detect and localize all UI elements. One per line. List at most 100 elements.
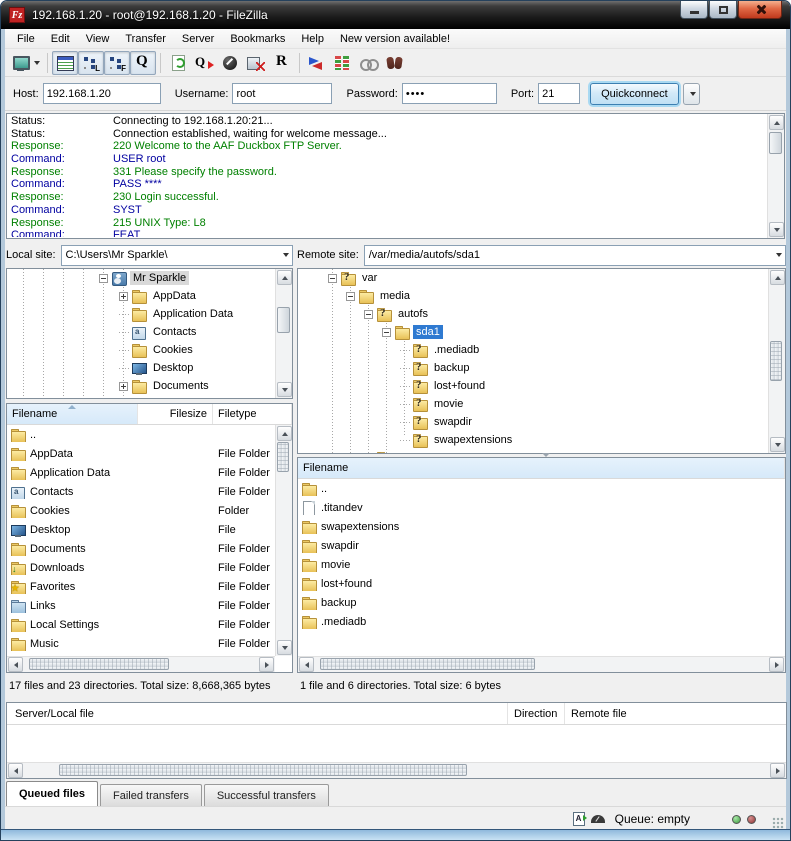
- tree-node-media[interactable]: media: [298, 287, 768, 305]
- remote-site-dropdown-button[interactable]: [769, 246, 785, 265]
- remote-list-horizontal-scrollbar[interactable]: [298, 656, 785, 672]
- toggle-queue-button[interactable]: [130, 51, 156, 75]
- toggle-local-tree-button[interactable]: [78, 51, 104, 75]
- scroll-down-button[interactable]: [277, 640, 292, 655]
- toggle-message-log-button[interactable]: [52, 51, 78, 75]
- tree-node-mediadb[interactable]: ?.mediadb: [298, 341, 768, 359]
- scroll-left-button[interactable]: [8, 657, 23, 672]
- column-header-filetype[interactable]: Filetype: [213, 404, 292, 424]
- remote-tree-vertical-scrollbar[interactable]: [768, 269, 785, 453]
- queue-column-header-remote-file[interactable]: Remote file: [564, 703, 786, 724]
- file-row-favorites[interactable]: ★FavoritesFile Folder: [7, 577, 275, 596]
- quickconnect-button[interactable]: Quickconnect: [590, 83, 679, 105]
- file-row-movie[interactable]: movie: [298, 555, 785, 574]
- tab-successful-transfers[interactable]: Successful transfers: [204, 784, 329, 806]
- menu-item-file[interactable]: File: [9, 31, 43, 47]
- scroll-up-button[interactable]: [769, 115, 784, 130]
- scrollbar-thumb[interactable]: [769, 132, 782, 154]
- resize-grip[interactable]: [772, 817, 784, 829]
- file-row-links[interactable]: LinksFile Folder: [7, 596, 275, 615]
- reconnect-button[interactable]: [269, 51, 295, 75]
- local-site-combobox[interactable]: C:\Users\Mr Sparkle\: [61, 245, 293, 266]
- file-row-[interactable]: ..: [7, 425, 275, 444]
- log-vertical-scrollbar[interactable]: [767, 114, 784, 238]
- tree-node-dvd[interactable]: ?dvd: [298, 449, 768, 453]
- file-row-cookies[interactable]: CookiesFolder: [7, 501, 275, 520]
- scroll-right-button[interactable]: [770, 763, 785, 778]
- scrollbar-thumb[interactable]: [277, 442, 289, 472]
- file-row-contacts[interactable]: ContactsFile Folder: [7, 482, 275, 501]
- port-input[interactable]: [538, 83, 580, 104]
- queue-column-header-server-local-file[interactable]: Server/Local file: [7, 703, 507, 724]
- expander-minus-icon[interactable]: [382, 328, 391, 337]
- menu-item-edit[interactable]: Edit: [43, 31, 78, 47]
- host-input[interactable]: [43, 83, 161, 104]
- expander-minus-icon[interactable]: [328, 274, 337, 283]
- compare-directories-button[interactable]: [304, 51, 330, 75]
- cancel-button[interactable]: [217, 51, 243, 75]
- expander-plus-icon[interactable]: [119, 382, 128, 391]
- menu-item-server[interactable]: Server: [174, 31, 222, 47]
- expander-minus-icon[interactable]: [346, 292, 355, 301]
- local-tree-vertical-scrollbar[interactable]: [275, 269, 292, 398]
- scrollbar-thumb[interactable]: [770, 341, 782, 381]
- tree-node-application-data[interactable]: Application Data: [7, 305, 275, 323]
- toggle-remote-tree-button[interactable]: [104, 51, 130, 75]
- expander-minus-icon[interactable]: [364, 310, 373, 319]
- scrollbar-thumb[interactable]: [29, 658, 169, 670]
- scrollbar-thumb[interactable]: [277, 307, 290, 333]
- tree-node-documents[interactable]: Documents: [7, 377, 275, 395]
- local-site-dropdown-button[interactable]: [276, 246, 292, 265]
- tab-queued-files[interactable]: Queued files: [6, 781, 98, 806]
- queue-column-header-direction[interactable]: Direction: [507, 703, 564, 724]
- file-row-[interactable]: ..: [298, 479, 785, 498]
- find-files-button[interactable]: [382, 51, 408, 75]
- scroll-down-button[interactable]: [277, 382, 292, 397]
- queue-horizontal-scrollbar[interactable]: [7, 762, 786, 778]
- close-button[interactable]: [738, 1, 782, 19]
- file-row-appdata[interactable]: AppDataFile Folder: [7, 444, 275, 463]
- expander-plus-icon[interactable]: [119, 292, 128, 301]
- quickconnect-dropdown-button[interactable]: [683, 83, 700, 105]
- tree-node-movie[interactable]: ?movie: [298, 395, 768, 413]
- column-header-filename[interactable]: Filename: [298, 458, 785, 478]
- tree-node-swapextensions[interactable]: ?swapextensions: [298, 431, 768, 449]
- tree-node-autofs[interactable]: ?autofs: [298, 305, 768, 323]
- tree-node-appdata[interactable]: AppData: [7, 287, 275, 305]
- tree-node-lost-found[interactable]: ?lost+found: [298, 377, 768, 395]
- tree-node-cookies[interactable]: Cookies: [7, 341, 275, 359]
- process-queue-button[interactable]: [191, 51, 217, 75]
- expander-minus-icon[interactable]: [99, 274, 108, 283]
- file-row-backup[interactable]: backup: [298, 593, 785, 612]
- tree-node-swapdir[interactable]: ?swapdir: [298, 413, 768, 431]
- menu-item-help[interactable]: Help: [293, 31, 332, 47]
- file-row-application-data[interactable]: Application DataFile Folder: [7, 463, 275, 482]
- file-row-documents[interactable]: DocumentsFile Folder: [7, 539, 275, 558]
- tree-node-var[interactable]: ?var: [298, 269, 768, 287]
- maximize-button[interactable]: [709, 1, 737, 19]
- scrollbar-thumb[interactable]: [320, 658, 535, 670]
- scroll-up-button[interactable]: [277, 270, 292, 285]
- column-header-filesize[interactable]: Filesize: [138, 404, 213, 424]
- username-input[interactable]: [232, 83, 332, 104]
- file-row-local-settings[interactable]: Local SettingsFile Folder: [7, 615, 275, 634]
- file-row-music[interactable]: MusicFile Folder: [7, 634, 275, 653]
- scroll-left-button[interactable]: [299, 657, 314, 672]
- scroll-down-button[interactable]: [770, 437, 785, 452]
- tree-node-backup[interactable]: ?backup: [298, 359, 768, 377]
- file-row-desktop[interactable]: DesktopFile: [7, 520, 275, 539]
- password-input[interactable]: [402, 83, 497, 104]
- file-row-swapextensions[interactable]: swapextensions: [298, 517, 785, 536]
- directory-listing-filter-button[interactable]: [330, 51, 356, 75]
- local-list-vertical-scrollbar[interactable]: [275, 425, 292, 656]
- remote-site-combobox[interactable]: /var/media/autofs/sda1: [364, 245, 786, 266]
- disconnect-button[interactable]: [243, 51, 269, 75]
- scroll-right-button[interactable]: [769, 657, 784, 672]
- minimize-button[interactable]: [680, 1, 708, 19]
- tree-node-desktop[interactable]: Desktop: [7, 359, 275, 377]
- column-header-filename[interactable]: Filename: [7, 404, 138, 424]
- synchronized-browsing-button[interactable]: [356, 51, 382, 75]
- local-list-horizontal-scrollbar[interactable]: [7, 656, 275, 672]
- scroll-up-button[interactable]: [277, 426, 292, 441]
- tab-failed-transfers[interactable]: Failed transfers: [100, 784, 202, 806]
